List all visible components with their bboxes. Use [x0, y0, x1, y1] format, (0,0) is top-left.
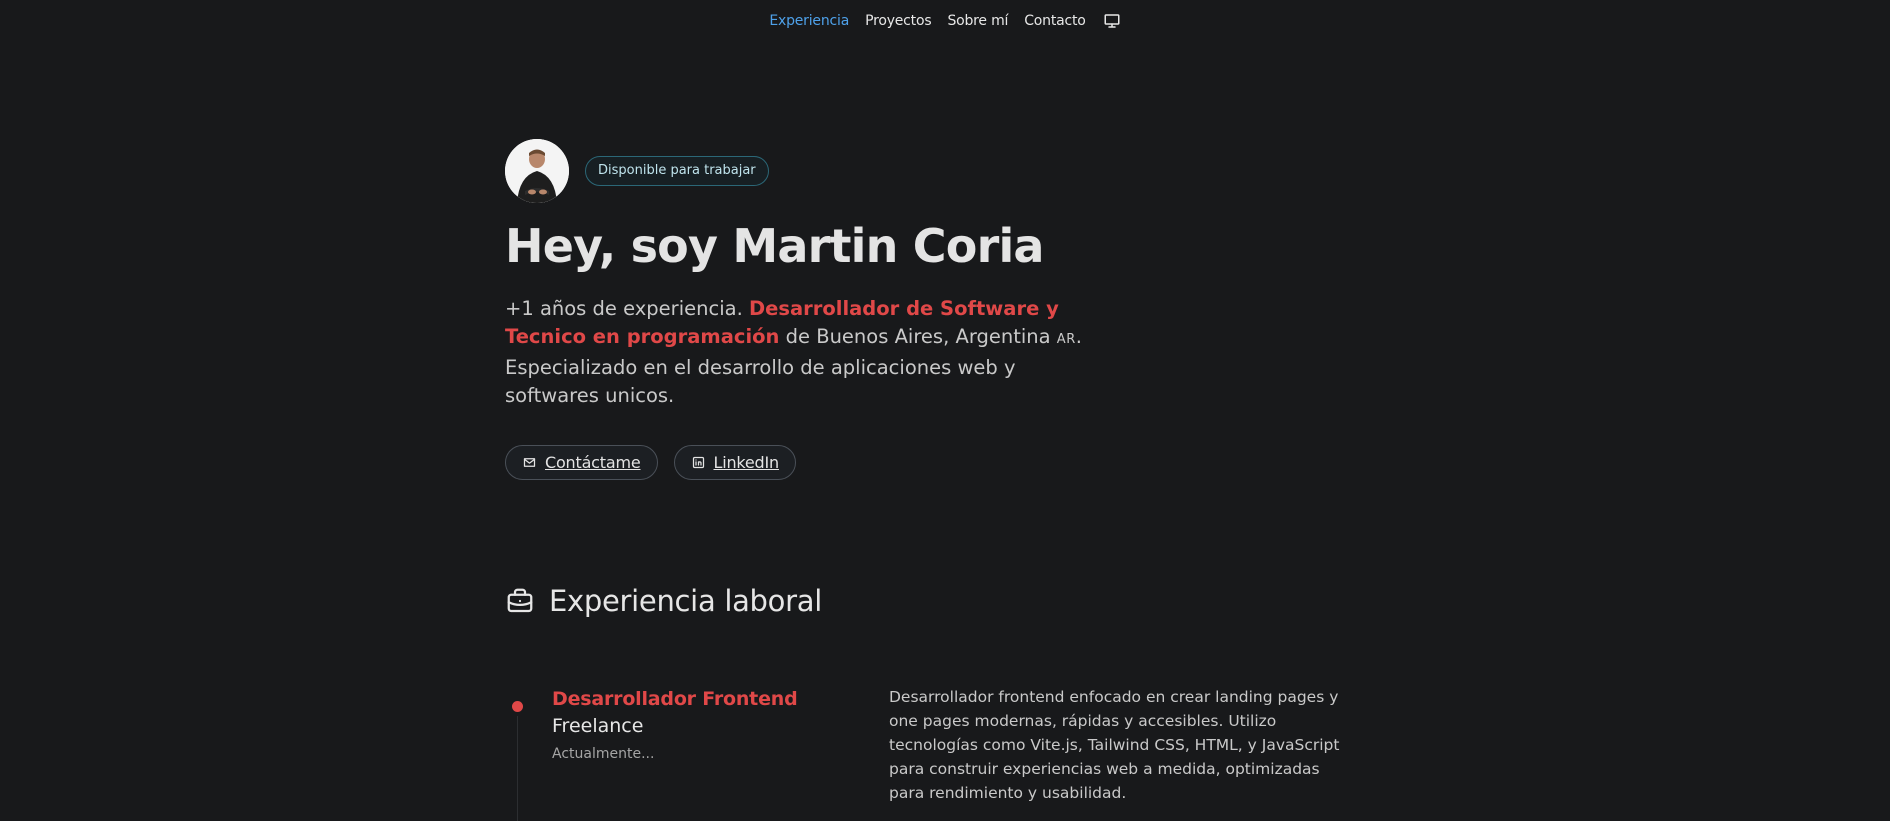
hero-desc-part2: de Buenos Aires, Argentina — [779, 325, 1057, 348]
avatar — [505, 139, 569, 203]
hero-section: Disponible para trabajar Hey, soy Martin… — [505, 139, 1085, 480]
experience-heading: Experiencia laboral — [505, 584, 822, 618]
nav-item-sobre-mi[interactable]: Sobre mí — [947, 11, 1008, 31]
nav-item-experiencia[interactable]: Experiencia — [769, 11, 849, 31]
mail-icon — [523, 458, 536, 467]
job-description: Desarrollador frontend enfocado en crear… — [889, 688, 1340, 802]
experience-title: Experiencia laboral — [549, 584, 822, 618]
monitor-icon[interactable] — [1103, 12, 1121, 30]
contact-button[interactable]: Contáctame — [505, 445, 658, 480]
contact-button-label: Contáctame — [545, 453, 641, 472]
linkedin-icon — [692, 456, 704, 469]
timeline-dot — [512, 701, 523, 712]
nav-item-contacto[interactable]: Contacto — [1024, 11, 1086, 31]
job-title: Desarrollador Frontend — [552, 688, 798, 710]
page: Experiencia Proyectos Sobre mí Contacto — [0, 0, 1890, 821]
job-item: Desarrollador Frontend Freelance Actualm… — [552, 686, 852, 766]
timeline-line — [517, 716, 518, 821]
availability-badge: Disponible para trabajar — [585, 156, 769, 186]
hero-title: Hey, soy Martin Coria — [505, 219, 1044, 273]
hero-description: +1 años de experiencia. Desarrollador de… — [505, 295, 1085, 410]
linkedin-button[interactable]: LinkedIn — [673, 445, 796, 480]
linkedin-button-label: LinkedIn — [713, 453, 780, 472]
hero-actions: Contáctame LinkedIn — [505, 445, 1085, 480]
briefcase-icon — [507, 588, 533, 613]
hero-top-row: Disponible para trabajar — [505, 139, 1085, 203]
top-nav: Experiencia Proyectos Sobre mí Contacto — [0, 11, 1890, 31]
job-company: Freelance — [552, 715, 644, 737]
hero-desc-part1: +1 años de experiencia. — [505, 297, 749, 320]
argentina-flag: AR — [1056, 332, 1076, 347]
nav-item-proyectos[interactable]: Proyectos — [865, 11, 932, 31]
job-date: Actualmente... — [552, 746, 655, 762]
